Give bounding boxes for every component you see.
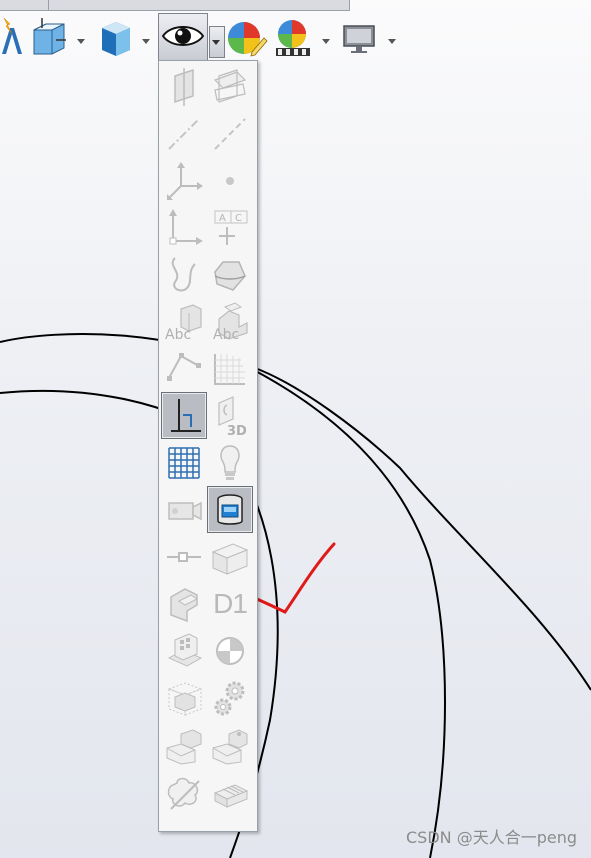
chevron-down-icon[interactable] (140, 32, 152, 44)
view-cosmetic-threads-icon[interactable] (207, 768, 253, 815)
flyout-grid: AC Abc Abc 3D D1 (161, 63, 255, 815)
view-cameras-icon[interactable] (161, 486, 207, 533)
chevron-down-icon[interactable] (209, 26, 225, 58)
view-bounding-box-icon[interactable] (161, 674, 207, 721)
sketch-abc-label: Abc (165, 327, 191, 343)
view-curves-icon[interactable] (161, 251, 207, 298)
chevron-down-icon[interactable] (320, 32, 332, 44)
view-routing-points-icon[interactable] (161, 533, 207, 580)
view-sketch-dimensions-icon[interactable] (161, 392, 207, 439)
view-axes-icon[interactable] (161, 110, 207, 157)
sketch3d-abc-label: Abc (213, 327, 239, 343)
watermark-text: CSDN @天人合一peng (405, 828, 577, 847)
view-settings-icon[interactable] (340, 14, 380, 60)
view-annotation-icon[interactable]: AC (207, 204, 253, 251)
command-manager-tabs (0, 0, 350, 11)
view-weld-beads-icon[interactable] (207, 533, 253, 580)
hide-show-items-flyout: AC Abc Abc 3D D1 (158, 60, 258, 832)
view-sketch-relations-icon[interactable] (161, 345, 207, 392)
annotation-label-a: A (219, 213, 226, 224)
graphics-area[interactable] (0, 0, 591, 858)
plane-3d-label: 3D (227, 424, 247, 437)
view-gears-icon[interactable] (207, 674, 253, 721)
chevron-down-icon[interactable] (386, 32, 398, 44)
view-3d-sketch-abc-icon[interactable]: Abc (207, 298, 253, 345)
edit-appearance-icon[interactable] (226, 14, 268, 60)
view-dimension-names-icon[interactable]: D1 (207, 580, 253, 627)
view-mate-references-icon[interactable] (207, 721, 253, 768)
hide-show-items-icon[interactable] (158, 13, 208, 61)
sketch-text-icon[interactable] (0, 14, 24, 60)
tab-segment[interactable] (0, 0, 49, 10)
view-center-of-mass-icon[interactable] (207, 627, 253, 674)
heads-up-view-toolbar (0, 12, 420, 62)
sketch-line[interactable] (254, 367, 591, 691)
view-orientation-icon[interactable] (30, 14, 70, 60)
view-3d-sketch-planes-icon[interactable]: 3D (207, 392, 253, 439)
view-sketches-abc-icon[interactable]: Abc (161, 298, 207, 345)
view-feature-dimensions-icon[interactable] (161, 580, 207, 627)
view-lights-icon[interactable] (207, 439, 253, 486)
view-origins-icon[interactable] (161, 157, 207, 204)
tab-segment[interactable] (49, 0, 350, 10)
view-planes-icon[interactable] (161, 63, 207, 110)
dimension-names-label: D1 (213, 587, 248, 619)
view-decals-icon[interactable] (207, 486, 253, 533)
annotation-label-c: C (235, 213, 242, 224)
view-points-icon[interactable] (207, 157, 253, 204)
apply-scene-icon[interactable] (274, 14, 314, 60)
chevron-down-icon[interactable] (75, 32, 87, 44)
view-sketch-grid-icon[interactable] (161, 439, 207, 486)
view-all-planes-icon[interactable] (207, 63, 253, 110)
view-grid-icon[interactable] (207, 345, 253, 392)
view-temporary-axes-icon[interactable] (207, 110, 253, 157)
view-sensors-icon[interactable] (161, 627, 207, 674)
view-mates-icon[interactable] (161, 721, 207, 768)
display-style-icon[interactable] (96, 14, 136, 60)
view-parting-lines-icon[interactable] (207, 251, 253, 298)
view-coordinate-systems-icon[interactable] (161, 204, 207, 251)
view-sketch-picture-icon[interactable] (161, 768, 207, 815)
